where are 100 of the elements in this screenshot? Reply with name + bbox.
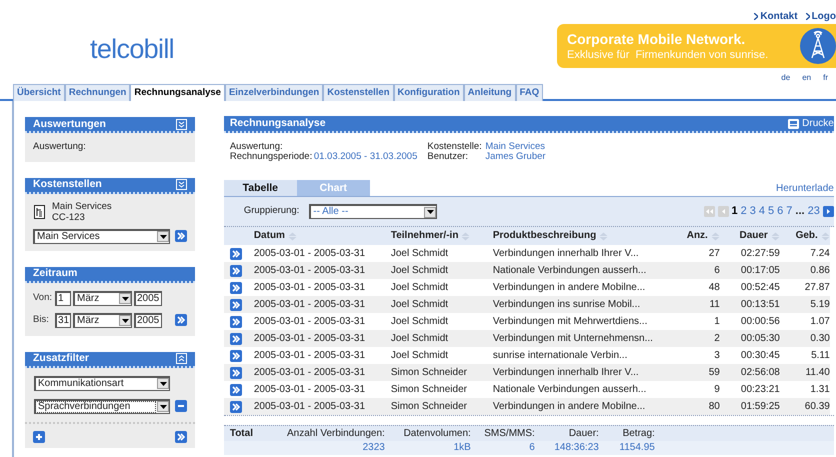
table-cell: 60.39 [804, 402, 830, 412]
go-button[interactable] [230, 264, 242, 276]
info-value: Main Services [485, 142, 546, 152]
remove-button[interactable] [174, 400, 187, 412]
add-button[interactable] [33, 430, 45, 442]
year-field[interactable]: 2005 [134, 290, 162, 306]
table-cell: 27 [708, 248, 720, 258]
banner-subtitle: Exklusive für Firmenkunden von sunrise. [567, 48, 770, 62]
nav-tab[interactable]: Übersicht [13, 84, 65, 101]
table-cell: 48 [708, 282, 720, 292]
table-cell: 2005-03-01 - 2005-03-31 [254, 350, 366, 360]
next-page-button[interactable] [822, 206, 834, 217]
page-link[interactable]: 6 [777, 206, 784, 217]
go-button[interactable] [230, 298, 242, 310]
table-cell: 02:27:59 [740, 248, 780, 258]
nav-tab[interactable]: Kostenstellen [323, 84, 394, 101]
column-header[interactable]: Geb. [796, 231, 818, 241]
info-label: Benutzer: [427, 152, 470, 162]
table-cell: Nationale Verbindungen ausserh... [492, 266, 646, 276]
table-cell: Simon Schneider [390, 384, 467, 394]
month-select[interactable]: März [73, 312, 132, 328]
go-button[interactable] [230, 248, 242, 260]
table-cell: 2005-03-01 - 2005-03-31 [254, 282, 366, 292]
totals-heading: Betrag: [622, 428, 655, 438]
collapse-icon[interactable] [176, 353, 187, 364]
filter-select[interactable]: Kommunikationsart [34, 376, 170, 390]
day-field[interactable]: 31 [55, 312, 71, 328]
go-button[interactable] [230, 350, 242, 362]
go-button[interactable] [230, 332, 242, 344]
column-header[interactable]: Teilnehmer/-in [390, 231, 458, 241]
column-header[interactable]: Produktbeschreibung [492, 231, 596, 241]
info-label: Auswertung: [230, 142, 284, 152]
dropdown-arrow-icon[interactable] [426, 210, 434, 214]
table-cell: 5.19 [810, 300, 830, 310]
go-button[interactable] [230, 366, 242, 378]
table-cell: Joel Schmidt [390, 316, 448, 326]
table-cell: 00:05:30 [740, 334, 780, 344]
print-button[interactable]: Drucke [788, 118, 834, 128]
totals-heading: Datenvolumen: [404, 428, 471, 438]
logo-text: telcobill [90, 36, 175, 63]
banner-title: Corporate Mobile Network. [567, 30, 746, 48]
info-label: Kostenstelle: [427, 142, 483, 152]
year-field[interactable]: 2005 [134, 312, 162, 328]
dropdown-arrow-icon[interactable] [160, 404, 166, 408]
cost-center-select[interactable]: Main Services [33, 228, 170, 244]
go-button[interactable] [174, 230, 187, 242]
dropdown-arrow-icon[interactable] [160, 234, 166, 238]
table-cell: 01:59:25 [740, 402, 780, 412]
dropdown-arrow-icon[interactable] [122, 318, 128, 322]
table-cell: 5.11 [811, 350, 830, 360]
page-link[interactable]: 5 [768, 206, 774, 217]
go-button[interactable] [230, 316, 242, 328]
download-link[interactable]: Herunterlade [776, 182, 834, 196]
table-cell: 1 [714, 316, 720, 326]
expand-icon[interactable] [176, 118, 187, 130]
go-button[interactable] [230, 400, 242, 412]
expand-icon[interactable] [176, 179, 187, 190]
go-button[interactable] [174, 430, 187, 442]
view-tab[interactable]: Tabelle [224, 180, 297, 196]
language-link[interactable]: fr [823, 74, 828, 82]
page-link[interactable]: 2 [740, 206, 747, 217]
go-button[interactable] [230, 384, 242, 396]
page-link[interactable]: 4 [758, 206, 766, 217]
page-link[interactable]: 1 [732, 206, 738, 217]
day-field[interactable]: 1 [55, 290, 71, 306]
header-link[interactable]: Logo [812, 12, 836, 22]
go-button[interactable] [230, 282, 242, 294]
nav-tab[interactable]: Rechnungen [64, 84, 130, 101]
dropdown-arrow-icon[interactable] [160, 382, 166, 386]
table-cell: Joel Schmidt [390, 300, 448, 310]
table-cell: Nationale Verbindungen ausserh... [492, 384, 646, 394]
grouping-select[interactable]: -- Alle -- [309, 204, 438, 219]
column-header[interactable]: Anz. [686, 231, 708, 241]
info-value: James Gruber [485, 152, 546, 162]
header-link[interactable]: Kontakt [760, 12, 798, 22]
nav-tab[interactable]: Einzelverbindungen [224, 84, 324, 101]
table-cell: Verbindungen mit Unternehmensn... [492, 334, 653, 344]
nav-tab[interactable]: Konfiguration [394, 84, 464, 101]
chevron-icon [806, 13, 810, 20]
go-button[interactable] [174, 314, 187, 326]
page-link[interactable]: 7 [786, 206, 792, 217]
info-label: Rechnungsperiode: [230, 152, 312, 162]
table-cell: 2005-03-01 - 2005-03-31 [254, 248, 366, 258]
antenna-icon [800, 28, 836, 64]
language-link[interactable]: de [781, 74, 790, 82]
month-select[interactable]: März [73, 290, 132, 306]
language-link[interactable]: en [802, 74, 812, 82]
totals-heading: Anzahl Verbindungen: [286, 428, 385, 438]
page-link[interactable]: 23 [808, 206, 820, 217]
totals-label: Total [230, 428, 254, 438]
filter-select[interactable]: Sprachverbindungen [34, 398, 170, 414]
dropdown-arrow-icon[interactable] [122, 296, 128, 300]
page-link[interactable]: 3 [750, 206, 756, 217]
chevron-icon [754, 13, 758, 20]
table-cell: Verbindungen innerhalb Ihrer V... [492, 248, 639, 258]
column-header[interactable]: Dauer [739, 231, 768, 241]
nav-tab[interactable]: FAQ [516, 84, 544, 101]
nav-tab[interactable]: Rechnungsanalyse [130, 84, 225, 101]
column-header[interactable]: Datum [254, 231, 285, 241]
nav-tab[interactable]: Anleitung [464, 84, 516, 101]
